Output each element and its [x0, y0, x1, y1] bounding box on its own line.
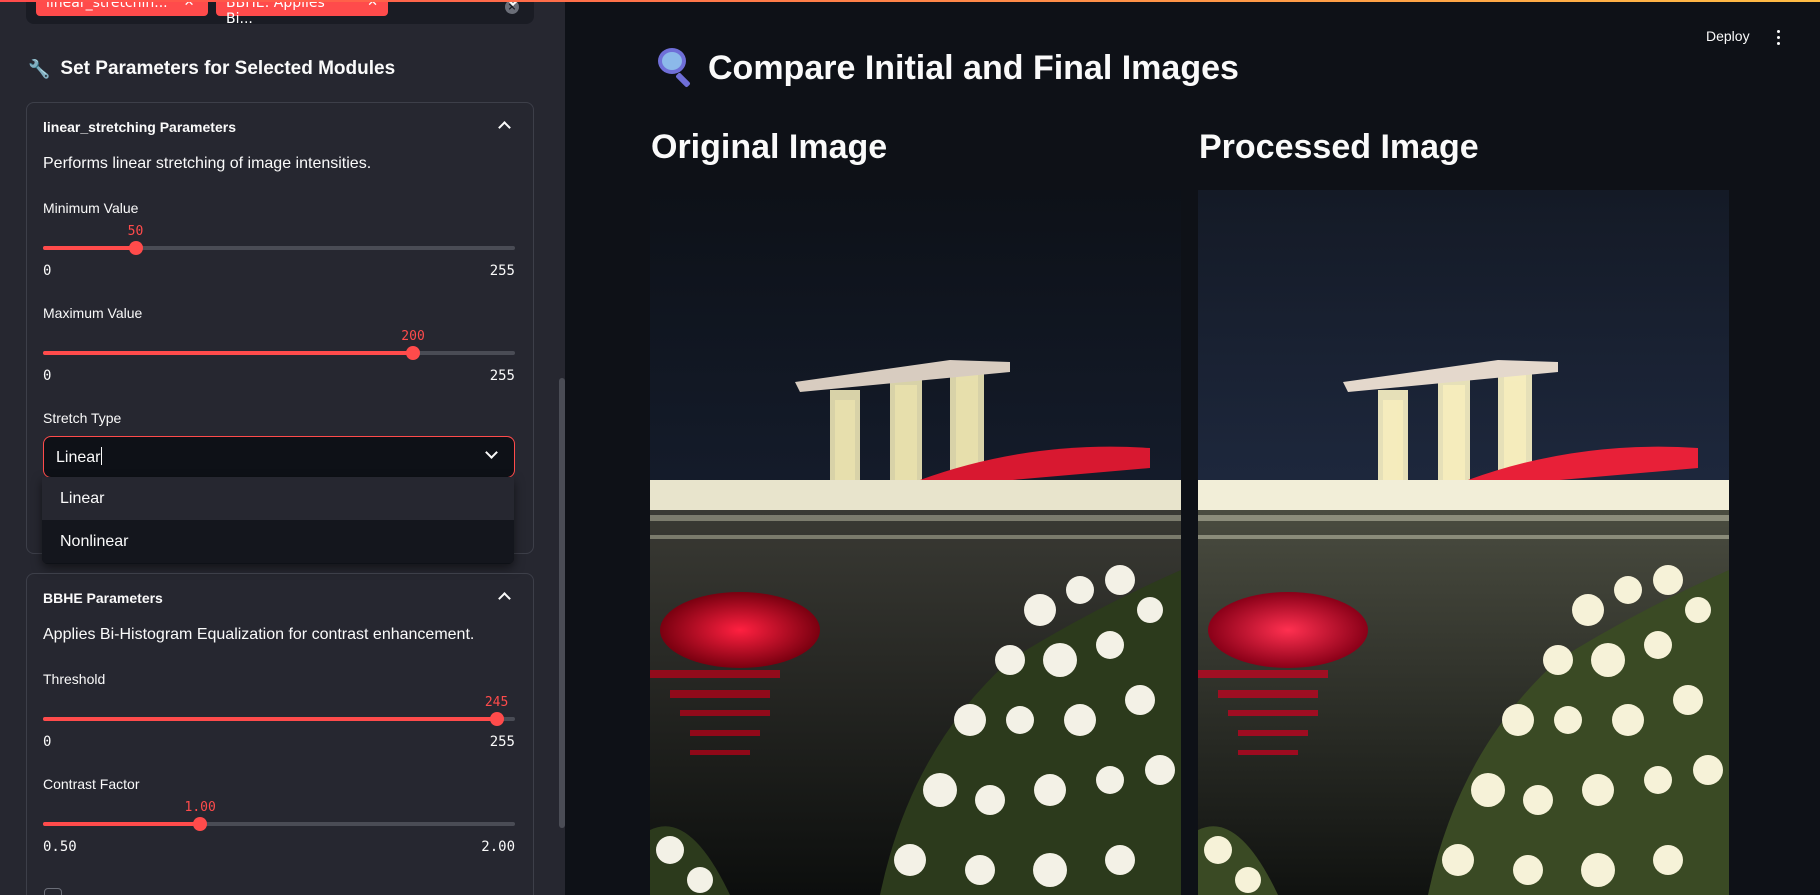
page-title-text: Compare Initial and Final Images — [708, 48, 1239, 87]
expander-header[interactable]: BBHE Parameters — [43, 590, 163, 606]
chevron-up-icon[interactable] — [498, 121, 511, 134]
params-heading: 🔧 Set Parameters for Selected Modules — [28, 58, 395, 80]
slider-min-tick: 0 — [43, 368, 52, 384]
chip-label: linear_stretchin... — [46, 0, 168, 11]
bbhe-expander: BBHE Parameters Applies Bi-Histogram Equ… — [26, 573, 534, 895]
slider-min-tick: 0.50 — [43, 839, 77, 855]
original-image — [650, 190, 1181, 895]
slider-min-tick: 0 — [43, 734, 52, 750]
sidebar: linear_stretchin... ✕ BBHE: Applies Bi..… — [0, 0, 565, 895]
threshold-label: Threshold — [43, 671, 106, 687]
slider-value: 245 — [484, 695, 509, 710]
original-image-title: Original Image — [651, 128, 888, 166]
chevron-up-icon[interactable] — [498, 592, 511, 605]
remove-chip-icon[interactable]: ✕ — [184, 0, 195, 16]
expander-header[interactable]: linear_stretching Parameters — [43, 119, 236, 135]
max-value-slider[interactable]: 200 — [43, 329, 515, 360]
slider-thumb[interactable] — [489, 712, 504, 726]
slider-value: 50 — [127, 224, 144, 239]
wrench-icon: 🔧 — [28, 58, 51, 79]
stretch-type-options: Linear Nonlinear — [42, 477, 514, 564]
remove-chip-icon[interactable]: ✕ — [367, 0, 378, 16]
processed-image — [1198, 190, 1729, 895]
chip-label: BBHE: Applies Bi... — [226, 0, 325, 27]
main-menu-icon[interactable] — [1777, 30, 1781, 48]
slider-max-tick: 255 — [489, 734, 515, 750]
slider-thumb[interactable] — [128, 241, 143, 255]
stretch-type-select[interactable]: Linear — [43, 436, 515, 478]
top-decoration-bar — [0, 0, 1820, 2]
magnifier-icon — [654, 48, 694, 88]
slider-value: 200 — [401, 329, 425, 344]
min-value-label: Minimum Value — [43, 200, 139, 216]
params-heading-text: Set Parameters for Selected Modules — [60, 58, 396, 79]
processed-image-title: Processed Image — [1199, 128, 1479, 166]
chevron-down-icon[interactable] — [485, 446, 498, 459]
module-multiselect[interactable]: linear_stretchin... ✕ BBHE: Applies Bi..… — [26, 0, 534, 27]
expander-description: Performs linear stretching of image inte… — [43, 155, 372, 172]
chip-bbhe[interactable]: BBHE: Applies Bi... ✕ — [216, 0, 388, 27]
stretch-type-label: Stretch Type — [43, 410, 122, 426]
histogram-smoothing-checkbox[interactable] — [44, 888, 62, 895]
option-linear[interactable]: Linear — [42, 477, 514, 520]
deploy-button[interactable]: Deploy — [1706, 28, 1750, 44]
select-value: Linear — [56, 447, 103, 466]
slider-min-tick: 0 — [43, 263, 52, 279]
option-nonlinear[interactable]: Nonlinear — [42, 520, 514, 563]
min-value-slider[interactable]: 50 — [43, 224, 515, 255]
expander-description: Applies Bi-Histogram Equalization for co… — [43, 626, 475, 643]
contrast-factor-label: Contrast Factor — [43, 776, 140, 792]
chip-linear-stretching[interactable]: linear_stretchin... ✕ — [36, 0, 208, 16]
slider-value: 1.00 — [184, 800, 216, 815]
max-value-label: Maximum Value — [43, 305, 143, 321]
slider-max-tick: 2.00 — [481, 839, 515, 855]
threshold-slider[interactable]: 245 — [43, 695, 515, 726]
slider-thumb[interactable] — [193, 817, 208, 831]
page-title: Compare Initial and Final Images — [654, 48, 1239, 88]
sidebar-scrollbar[interactable] — [559, 378, 565, 828]
slider-thumb[interactable] — [406, 346, 421, 360]
slider-max-tick: 255 — [489, 368, 515, 384]
slider-max-tick: 255 — [489, 263, 515, 279]
contrast-factor-slider[interactable]: 1.00 — [43, 800, 515, 831]
